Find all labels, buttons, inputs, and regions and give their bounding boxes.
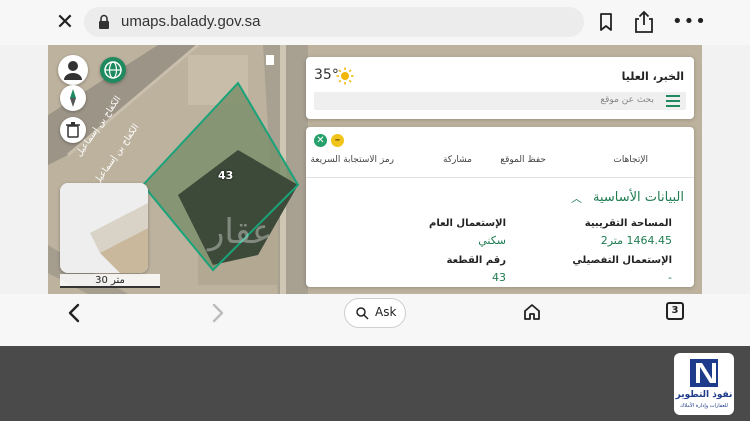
action-bar: الإتجاهات حفظ الموقع مشاركة رمز الاستجاب…	[306, 155, 694, 171]
forward-arrow-icon[interactable]	[206, 302, 228, 324]
layers-globe-button[interactable]	[100, 57, 126, 83]
menu-icon[interactable]	[666, 95, 680, 107]
user-icon	[64, 61, 82, 80]
share-action[interactable]: مشاركة	[443, 155, 472, 165]
area-value: 1464.45 متر2	[600, 234, 672, 247]
place-name: الخبر، العليا	[621, 70, 684, 83]
brand-subtitle: للعقارات وإدارة الأملاك	[680, 403, 728, 409]
trash-icon	[66, 122, 80, 138]
url-text: umaps.balady.gov.sa	[121, 13, 261, 30]
brand-name: نفوذ التطوير	[675, 390, 733, 400]
more-options-icon[interactable]: •••	[672, 12, 706, 32]
parcel-info-panel: ✕ – الإتجاهات حفظ الموقع مشاركة رمز الاس…	[306, 127, 694, 287]
detailed-use-label: الإستعمال التفصيلي	[572, 255, 672, 266]
logo-mark-icon	[690, 359, 718, 387]
search-placeholder: بحث عن موقع	[600, 95, 654, 105]
map-view[interactable]: عقار الكفاح بن إسماعيل الكفاح بن إسماعيل	[48, 45, 702, 294]
bookmark-icon[interactable]	[598, 12, 614, 32]
share-icon[interactable]	[633, 10, 655, 34]
directions-action[interactable]: الإتجاهات	[613, 155, 648, 165]
back-arrow-icon[interactable]	[64, 302, 86, 324]
ask-label: Ask	[375, 305, 397, 319]
browser-toolbar: ✕ umaps.balady.gov.sa •••	[0, 0, 750, 45]
globe-icon	[104, 61, 122, 79]
location-search-input[interactable]: بحث عن موقع	[314, 92, 686, 110]
parcel-number-label[interactable]: 43	[218, 169, 233, 182]
browser-bottom-bar: Ask 3	[0, 294, 750, 346]
minimap-view	[60, 183, 148, 273]
close-tab-button[interactable]: ✕	[52, 10, 78, 36]
ask-button[interactable]: Ask	[344, 298, 406, 328]
minimap[interactable]	[60, 183, 148, 273]
search-card: 35° الخبر، العليا بحث عن موقع	[306, 57, 694, 119]
footer-banner: نفوذ التطوير للعقارات وإدارة الأملاك	[0, 346, 750, 421]
plot-value: 43	[492, 271, 506, 284]
sun-icon	[336, 67, 354, 85]
save-location-action[interactable]: حفظ الموقع	[500, 155, 546, 165]
area-label: المساحة التقريبية	[584, 218, 672, 229]
section-title[interactable]: البيانات الأساسية	[593, 190, 684, 205]
public-use-label: الإستعمال العام	[429, 218, 506, 229]
ask-search-icon	[356, 307, 369, 320]
tabs-button[interactable]: 3	[666, 302, 684, 320]
lock-icon	[99, 14, 109, 29]
compass-icon	[70, 89, 76, 107]
qr-code-action[interactable]: رمز الاستجابة السريعة	[310, 155, 394, 165]
scale-bar: 30 متر	[60, 274, 160, 288]
divider	[306, 177, 694, 178]
public-use-value: سكني	[478, 234, 506, 247]
plot-label: رقم القطعة	[446, 255, 506, 266]
chevron-up-icon[interactable]: ︿	[571, 190, 582, 206]
address-bar[interactable]: umaps.balady.gov.sa	[84, 7, 584, 37]
watermark-text: عقار	[206, 212, 272, 252]
clear-button[interactable]	[60, 117, 86, 143]
close-panel-button[interactable]: ✕	[314, 134, 327, 147]
minimize-panel-button[interactable]: –	[331, 134, 344, 147]
home-icon[interactable]	[522, 302, 542, 322]
company-logo: نفوذ التطوير للعقارات وإدارة الأملاك	[674, 353, 734, 415]
compass-button[interactable]	[60, 85, 86, 111]
user-avatar-button[interactable]	[58, 55, 88, 85]
detailed-use-value: -	[668, 271, 672, 284]
